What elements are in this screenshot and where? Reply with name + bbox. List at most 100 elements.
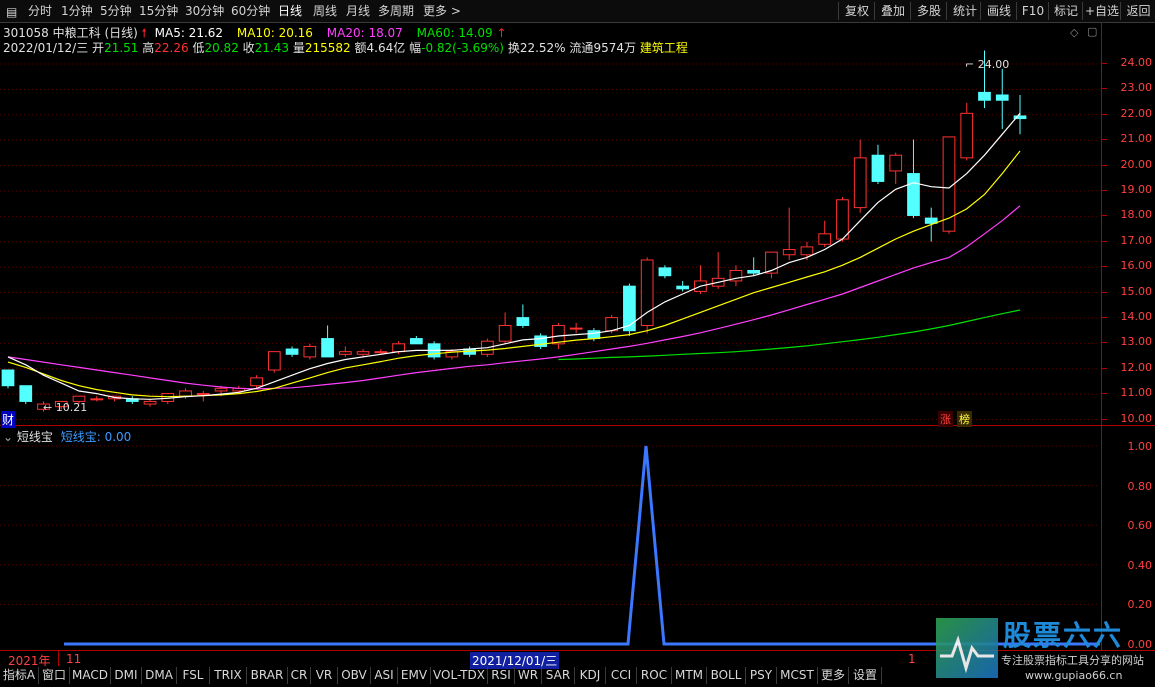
candle[interactable] [392,343,405,353]
candle[interactable] [214,387,228,392]
tick-mark [1102,139,1107,141]
candle[interactable] [871,154,885,182]
candle[interactable] [818,233,832,245]
high-marker: ⌐ 24.00 [965,58,1010,71]
candle[interactable] [676,285,690,290]
tick-mark [1102,317,1107,318]
price-tick: 14.00 [1120,310,1153,323]
candle[interactable] [250,377,263,387]
candle[interactable] [605,317,619,332]
tick-mark [1102,88,1107,90]
divider [58,650,59,666]
indicator-tab-20[interactable]: MTM [672,667,707,684]
candle[interactable] [836,199,849,240]
candle[interactable] [356,351,370,355]
candle[interactable] [90,398,104,401]
indicator-tab-18[interactable]: CCI [606,667,637,684]
watermark-url: www.gupiao66.cn [1025,669,1123,682]
candle[interactable] [907,173,920,216]
indicator-tab-23[interactable]: MCST [777,667,818,684]
candle[interactable] [409,338,423,345]
candle[interactable] [1,369,15,387]
indicator-tab-3[interactable]: DMI [111,667,142,684]
candle[interactable] [960,112,974,159]
indicator-tab-4[interactable]: DMA [142,667,177,684]
indicator-tab-0[interactable]: 指标A [0,667,39,684]
candle[interactable] [853,157,867,209]
indicator-tab-25[interactable]: 设置 [849,667,882,684]
candle[interactable] [658,267,672,277]
limit-up-badge[interactable]: 涨 [938,411,953,427]
candle[interactable] [267,351,281,371]
indicator-tab-2[interactable]: MACD [70,667,111,684]
indicator-tab-12[interactable]: EMV [398,667,431,684]
candle[interactable] [321,338,334,358]
price-tick: 20.00 [1120,157,1153,171]
candle[interactable] [800,246,814,256]
price-tick: 10.00 [1120,411,1153,425]
watermark-logo [936,618,998,678]
tick-mark [1102,367,1107,369]
candle[interactable] [143,400,157,405]
indicator-tab-13[interactable]: VOL-TDX [431,667,488,684]
ma-line [7,150,1021,398]
candle[interactable] [889,154,903,172]
indicator-tab-14[interactable]: RSI [488,667,515,684]
candle[interactable] [19,385,33,402]
candle[interactable] [552,324,565,345]
indicator-tab-21[interactable]: BOLL [707,667,746,684]
candle[interactable] [623,285,636,332]
candle[interactable] [303,345,317,358]
tick-mark [1102,164,1107,166]
candle[interactable] [569,327,583,330]
price-tick: 21.00 [1120,132,1153,146]
indicator-tab-8[interactable]: CR [288,667,311,684]
finance-badge[interactable]: 财 [1,411,16,428]
price-tick: 24.00 [1120,56,1153,69]
indicator-tick: 0.60 [1127,519,1153,533]
indicator-tab-10[interactable]: OBV [338,667,371,684]
indicator-tab-11[interactable]: ASI [371,667,398,684]
candle[interactable] [782,249,796,256]
tick-mark [1102,291,1107,293]
tick-mark [1102,190,1107,191]
candle[interactable] [285,348,299,355]
candle[interactable] [338,351,352,355]
indicator-tab-24[interactable]: 更多 [818,667,849,684]
indicator-tab-16[interactable]: SAR [542,667,575,684]
tick-mark [1102,113,1107,115]
rank-badge[interactable]: 榜 [957,411,972,427]
indicator-tab-15[interactable]: WR [515,667,542,684]
candle[interactable] [516,317,530,326]
price-tick: 19.00 [1120,183,1153,196]
price-axis: 24.00 23.00 22.00 21.00 20.00 19.00 18.00 17.00… [1101,22,1155,651]
chevron-down-icon[interactable]: ⌄ [3,430,13,444]
candle[interactable] [587,330,601,340]
price-tick: 13.00 [1120,335,1153,349]
candle[interactable] [179,390,192,397]
indicator-tab-7[interactable]: BRAR [247,667,288,684]
candle[interactable] [978,91,991,101]
indicator-tab-22[interactable]: PSY [746,667,777,684]
indicator-tab-5[interactable]: FSL [177,667,210,684]
candle[interactable] [498,324,512,342]
pane-divider[interactable] [0,425,1155,426]
indicator-tab-9[interactable]: VR [311,667,338,684]
indicator-name[interactable]: 短线宝 [17,430,53,444]
time-nov: 11 [66,652,82,666]
watermark-title: 股票六六 [1003,619,1124,652]
candle[interactable] [995,94,1009,101]
low-marker: ← 10.21 [43,401,88,414]
candle[interactable] [374,351,388,354]
indicator-tab-1[interactable]: 窗口 [39,667,70,684]
indicator-tick: 0.80 [1127,479,1153,493]
indicator-tab-6[interactable]: TRIX [210,667,247,684]
candle[interactable] [747,269,761,274]
ma-line [7,112,1021,400]
kline-chart[interactable] [0,0,1155,687]
indicator-tab-17[interactable]: KDJ [575,667,606,684]
candle[interactable] [196,393,210,396]
indicator-tick: 0.20 [1127,598,1153,612]
indicator-tab-19[interactable]: ROC [637,667,672,684]
price-tick: 12.00 [1120,360,1153,374]
